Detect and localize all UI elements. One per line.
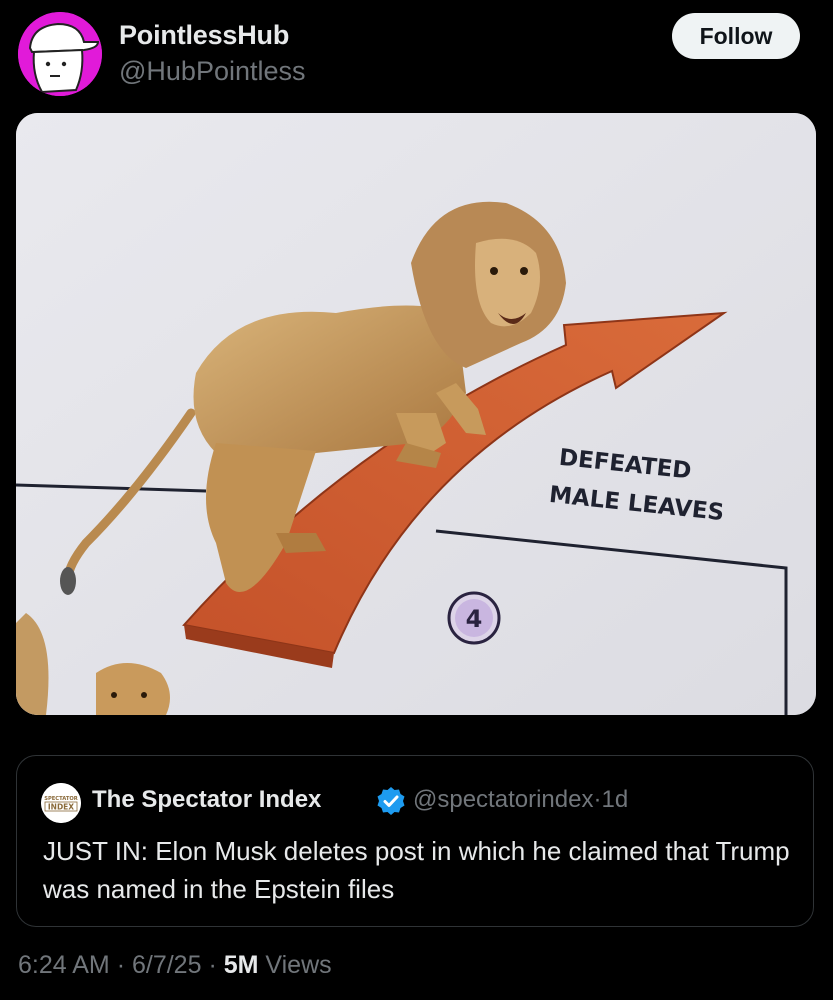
post-view: PointlessHub @HubPointless Follow DEFEAT… [0,0,833,1000]
verified-badge-icon [377,787,405,815]
avatar-cartoon-icon [18,12,102,96]
post-time[interactable]: 6:24 AM [18,951,110,979]
views-label: Views [265,951,332,979]
post-date[interactable]: 6/7/25 [132,951,202,979]
quoted-display-name[interactable]: The Spectator Index [92,786,321,814]
quoted-age[interactable]: 1d [601,786,628,813]
post-meta-footer: 6:24 AM · 6/7/25 · 5M Views [18,951,332,979]
quoted-handle[interactable]: @spectatorindex [413,786,593,813]
display-name[interactable]: PointlessHub [119,20,289,51]
avatar[interactable] [18,12,102,96]
svg-text:SPECTATOR: SPECTATOR [44,796,78,802]
follow-button[interactable]: Follow [672,13,800,59]
quoted-avatar[interactable]: SPECTATOR INDEX [41,783,81,823]
svg-text:4: 4 [466,605,483,633]
quoted-post[interactable]: SPECTATOR INDEX The Spectator Index @spe… [16,755,814,927]
svg-text:INDEX: INDEX [48,803,74,812]
spectator-index-logo-icon: SPECTATOR INDEX [41,783,81,823]
quoted-text: JUST IN: Elon Musk deletes post in which… [43,836,790,904]
user-handle[interactable]: @HubPointless [119,56,306,87]
views-count: 5M [223,951,259,979]
step-number-badge: 4 [447,591,501,645]
quoted-meta: @spectatorindex·1d [413,786,629,813]
post-image[interactable]: DEFEATED MALE LEAVES 4 [16,113,816,715]
